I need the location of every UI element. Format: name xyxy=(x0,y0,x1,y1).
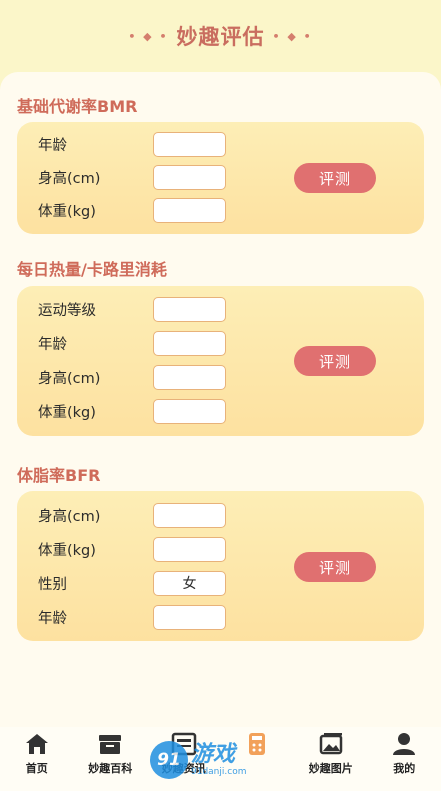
tab-label: 妙趣百科 xyxy=(88,762,133,775)
field-label: 身高(cm) xyxy=(38,170,101,187)
card-calories: 运动等级 年龄 身高(cm) 体重(kg) 评测 xyxy=(17,286,424,436)
field-label: 运动等级 xyxy=(38,302,96,319)
watermark-logo: 91 xyxy=(150,741,188,779)
field-label: 体重(kg) xyxy=(38,404,96,421)
height-input[interactable] xyxy=(153,164,226,190)
form-row: 性别 女 xyxy=(38,570,258,596)
card-bfr: 身高(cm) 体重(kg) 性别 女 年龄 评测 xyxy=(17,491,424,641)
section-title-calories: 每日热量/卡路里消耗 xyxy=(17,260,167,279)
page-title: • ◆ • 妙趣评估 • ◆ • xyxy=(128,21,312,51)
field-label: 体重(kg) xyxy=(38,203,96,220)
box-icon xyxy=(99,735,122,754)
field-label: 年龄 xyxy=(38,336,67,353)
form-row: 体重(kg) xyxy=(38,197,258,223)
gender-select[interactable]: 女 xyxy=(153,570,226,596)
height-input[interactable] xyxy=(153,364,226,390)
watermark-text: 游戏 91danji.com xyxy=(191,742,247,778)
age-input[interactable] xyxy=(153,330,226,356)
page-title-text: 妙趣评估 xyxy=(176,25,265,49)
tab-profile[interactable]: 我的 xyxy=(373,732,435,791)
weight-input[interactable] xyxy=(153,536,226,562)
form-row: 身高(cm) xyxy=(38,164,258,190)
watermark: 91 游戏 91danji.com xyxy=(150,735,290,785)
form-row: 身高(cm) xyxy=(38,502,258,528)
form-row: 年龄 xyxy=(38,604,258,630)
field-label: 身高(cm) xyxy=(38,370,101,387)
user-icon xyxy=(393,733,416,755)
field-label: 身高(cm) xyxy=(38,508,101,525)
card-bmr: 年龄 身高(cm) 体重(kg) 评测 xyxy=(17,122,424,234)
tab-label: 首页 xyxy=(25,762,48,775)
tab-home[interactable]: 首页 xyxy=(6,732,68,791)
header: • ◆ • 妙趣评估 • ◆ • xyxy=(0,0,441,72)
form-row: 运动等级 xyxy=(38,296,258,322)
section-title-bmr: 基础代谢率BMR xyxy=(17,97,138,116)
evaluate-button-calories[interactable]: 评测 xyxy=(294,346,376,376)
field-label: 年龄 xyxy=(38,137,67,154)
form-row: 体重(kg) xyxy=(38,536,258,562)
title-decoration-left: • ◆ • xyxy=(128,29,169,43)
field-label: 体重(kg) xyxy=(38,542,96,559)
evaluate-button-bmr[interactable]: 评测 xyxy=(294,163,376,193)
tab-label: 我的 xyxy=(393,762,416,775)
watermark-sub: 91danji.com xyxy=(191,767,247,777)
tab-label: 妙趣图片 xyxy=(308,762,353,775)
watermark-main: 游戏 xyxy=(191,742,236,767)
tab-images[interactable]: 妙趣图片 xyxy=(300,732,362,791)
form-row: 身高(cm) xyxy=(38,364,258,390)
content-sheet: 基础代谢率BMR 年龄 身高(cm) 体重(kg) 评测 每日热量/卡路里消耗 … xyxy=(0,72,441,727)
field-label: 年龄 xyxy=(38,610,67,627)
age-input[interactable] xyxy=(153,604,226,630)
section-title-bfr: 体脂率BFR xyxy=(17,466,101,485)
activity-level-input[interactable] xyxy=(153,296,226,322)
tab-encyclopedia[interactable]: 妙趣百科 xyxy=(79,732,141,791)
title-decoration-right: • ◆ • xyxy=(272,29,313,43)
form-row: 年龄 xyxy=(38,131,258,157)
weight-input[interactable] xyxy=(153,197,226,223)
image-icon xyxy=(319,733,342,755)
height-input[interactable] xyxy=(153,502,226,528)
evaluate-button-bfr[interactable]: 评测 xyxy=(294,552,376,582)
age-input[interactable] xyxy=(153,131,226,157)
home-icon xyxy=(25,734,48,754)
form-row: 体重(kg) xyxy=(38,398,258,424)
weight-input[interactable] xyxy=(153,398,226,424)
form-row: 年龄 xyxy=(38,330,258,356)
field-label: 性别 xyxy=(38,576,67,593)
